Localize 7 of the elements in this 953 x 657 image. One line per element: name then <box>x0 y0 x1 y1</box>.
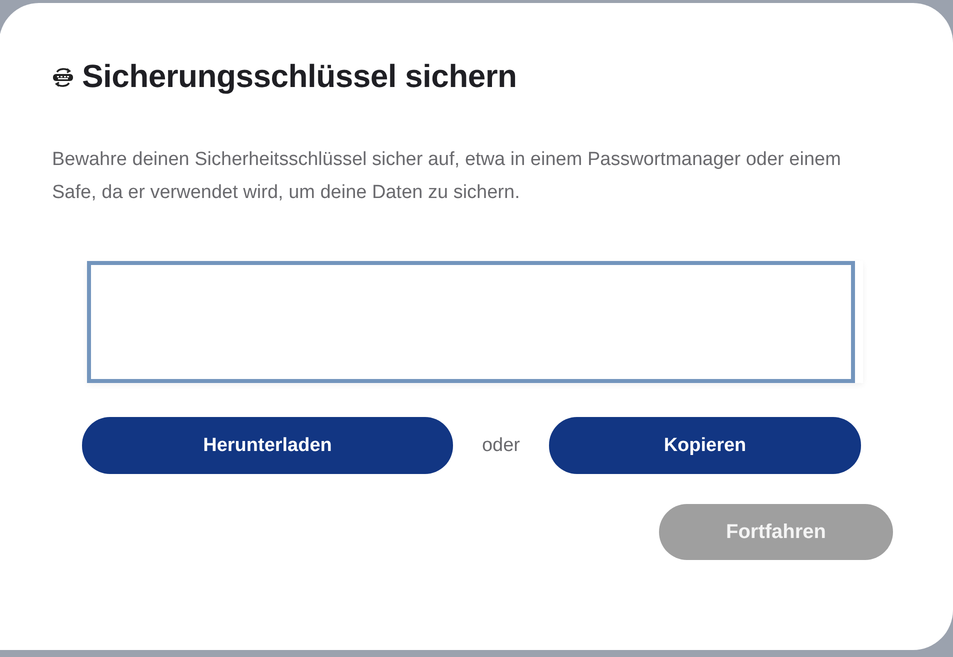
action-button[interactable]: Kopieren <box>549 417 861 474</box>
dialog-title: Sicherungsschlüssel sichern <box>82 58 517 95</box>
action-button[interactable]: Herunterladen <box>82 417 453 474</box>
description-text: Bewahre deinen Sicherheitsschlüssel sicher auf, etwa in einem Passwortmanager oder einem Safe, da er verwendet wird, um deine Daten zu sichern. <box>52 148 842 205</box>
key-field[interactable] <box>87 261 855 383</box>
separator-text: oder <box>480 434 522 456</box>
keyboard-sync-icon <box>52 66 74 88</box>
